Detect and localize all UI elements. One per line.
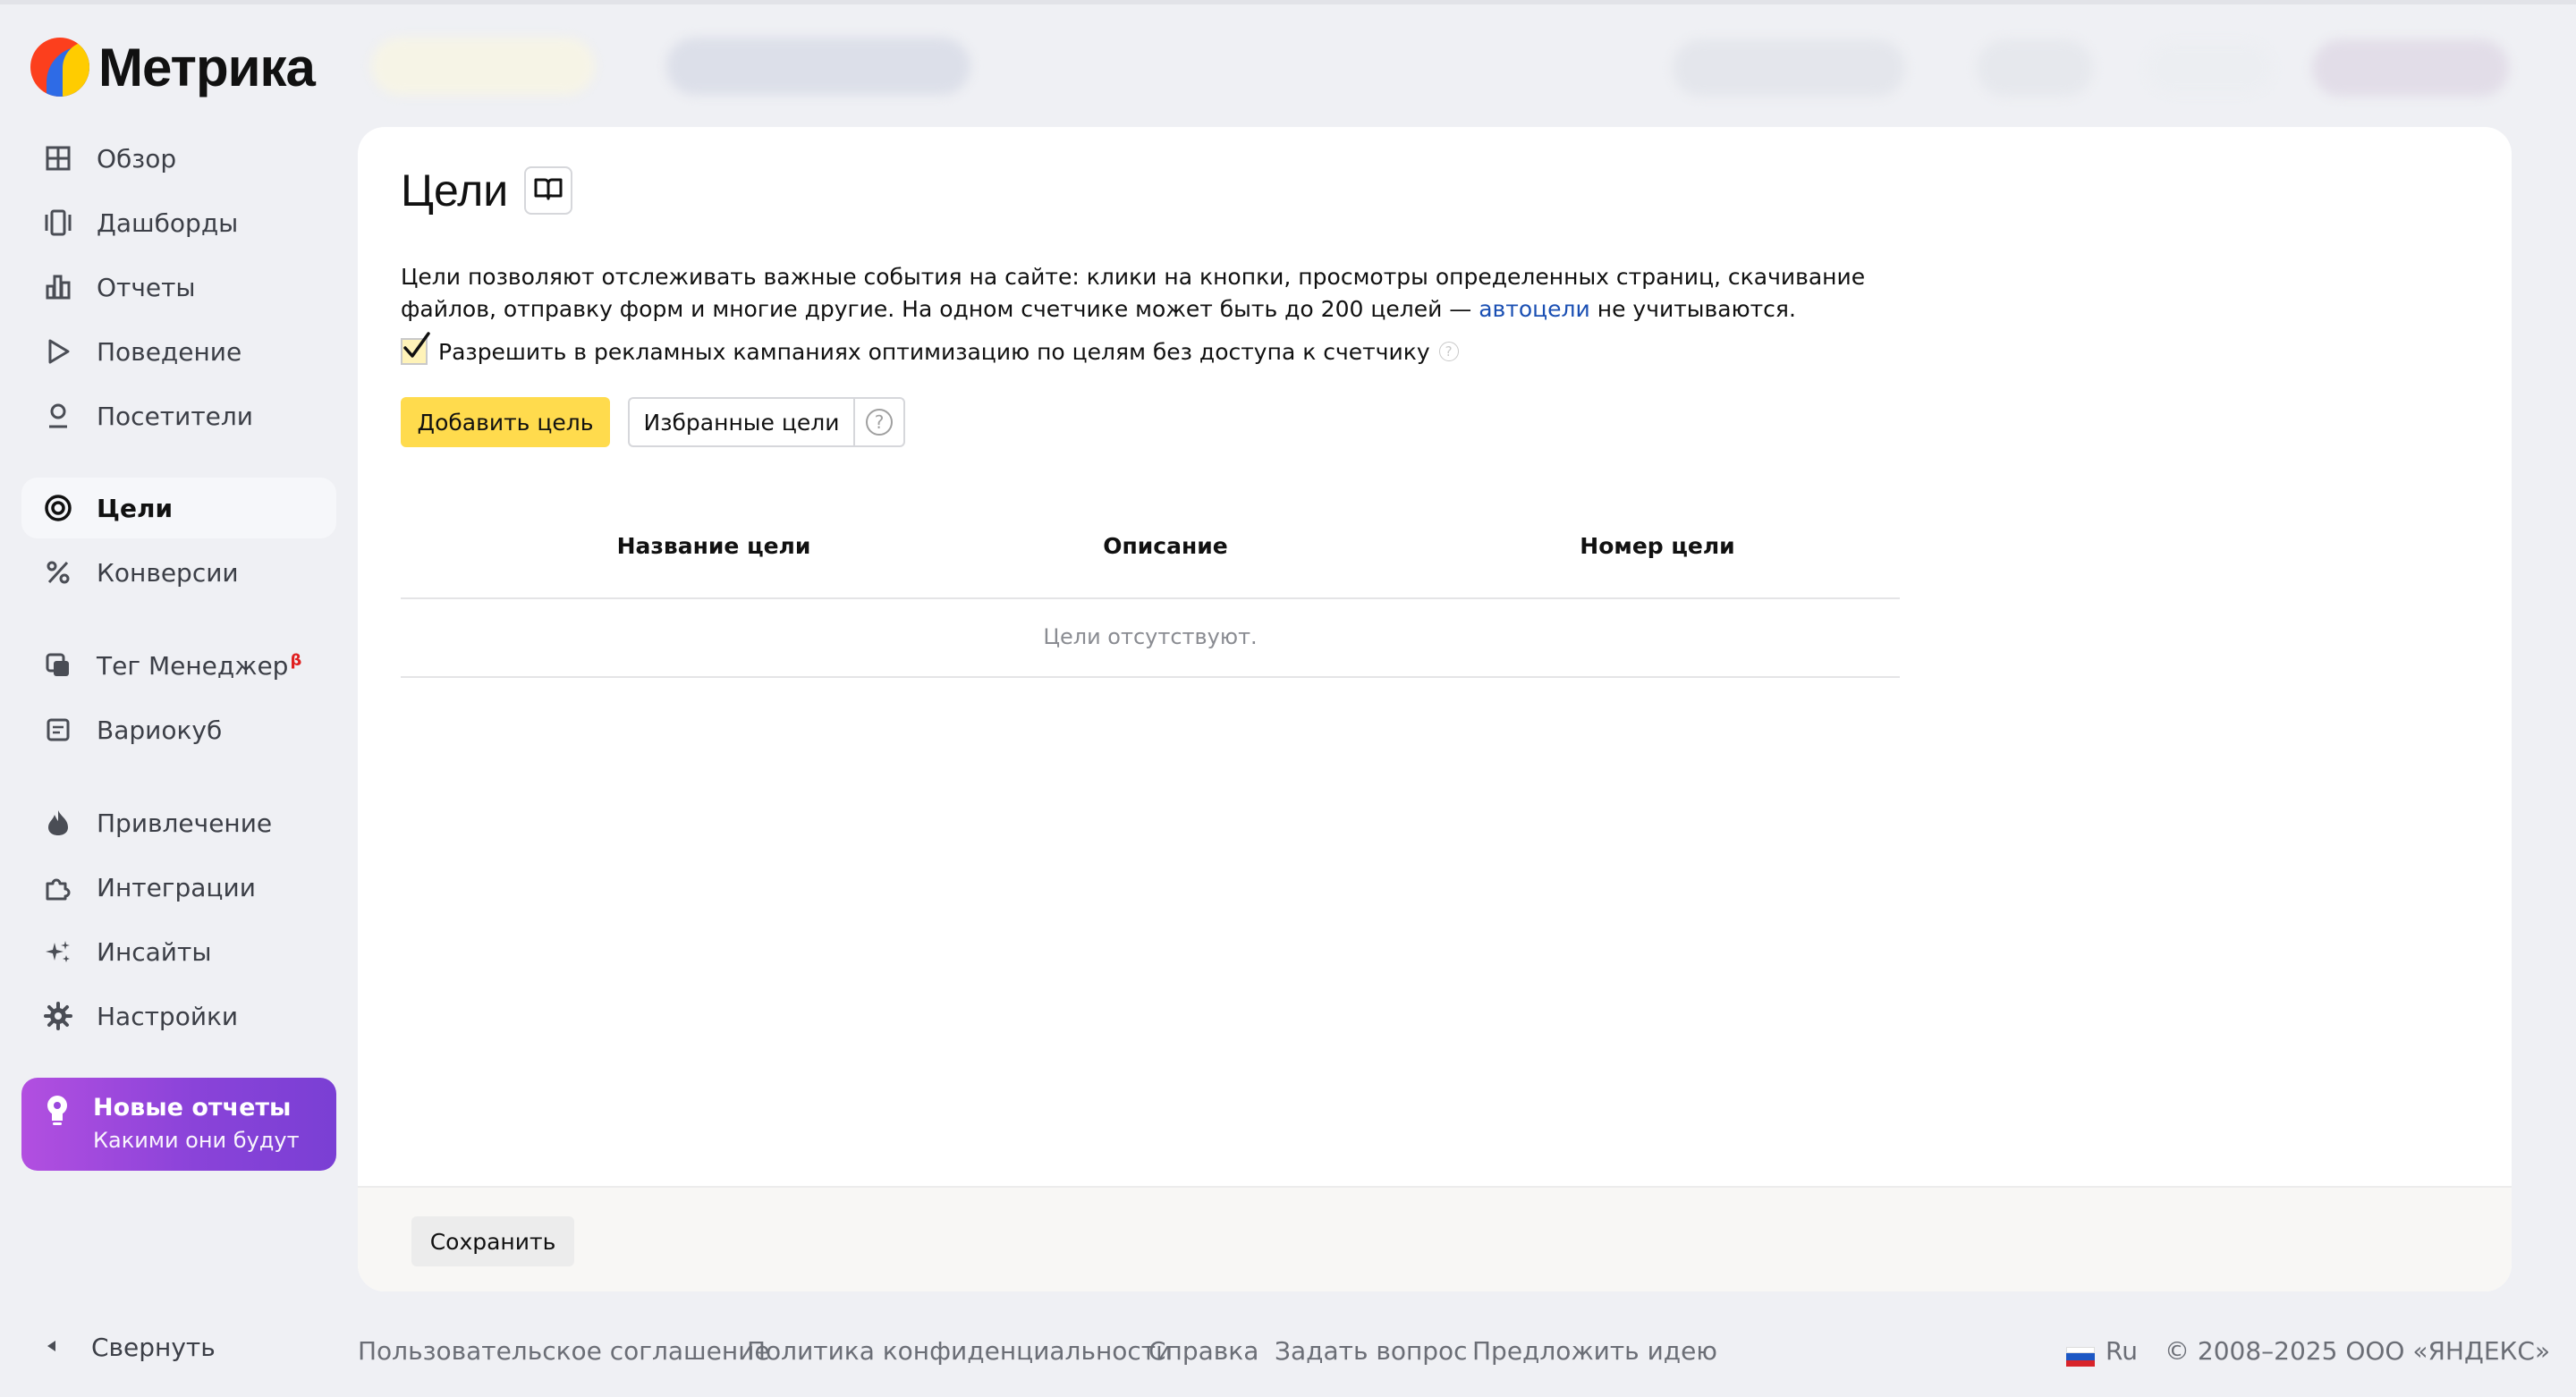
card-footer: Сохранить <box>358 1186 2512 1291</box>
grid-icon <box>41 141 75 175</box>
goals-table: Название цели Описание Номер цели Цели о… <box>401 503 1900 678</box>
promo-subtitle: Какими они будут <box>93 1128 300 1153</box>
dashboards-icon <box>41 206 75 240</box>
sidebar-item-label: Обзор <box>97 143 177 174</box>
russian-flag-icon[interactable] <box>2066 1347 2095 1367</box>
sidebar-item-acquisition[interactable]: Привлечение <box>21 792 336 853</box>
target-icon <box>41 491 75 525</box>
goals-description: Цели позволяют отслеживать важные событи… <box>401 264 1866 322</box>
sidebar-item-tag-manager[interactable]: Тег Менеджер β <box>21 635 336 696</box>
table-header: Название цели Описание Номер цели <box>401 503 1900 599</box>
goals-card: Цели Цели позволяют отслеживать важные с… <box>358 127 2512 1291</box>
sidebar-item-label: Тег Менеджер β <box>97 650 302 681</box>
empty-state-text: Цели отсутствуют. <box>1043 624 1258 649</box>
sidebar-item-visitors[interactable]: Посетители <box>21 385 336 446</box>
footer-link-ask-question[interactable]: Задать вопрос <box>1275 1336 1468 1366</box>
sidebar-item-label: Отчеты <box>97 272 196 302</box>
language-switcher[interactable]: Ru <box>2106 1336 2138 1366</box>
collapse-label: Свернуть <box>91 1333 216 1362</box>
sidebar-item-label: Вариокуб <box>97 715 223 745</box>
sidebar-item-insights[interactable]: Инсайты <box>21 921 336 982</box>
percent-icon <box>41 555 75 589</box>
sidebar-item-label: Настройки <box>97 1001 239 1031</box>
user-icon <box>41 399 75 433</box>
top-strip <box>0 0 2576 4</box>
collapse-sidebar-button[interactable]: Свернуть <box>45 1333 216 1362</box>
variocube-icon <box>41 713 75 747</box>
question-icon[interactable]: ? <box>1438 342 1459 361</box>
header-blur-5 <box>2147 43 2272 93</box>
promo-title: Новые отчеты <box>93 1094 292 1122</box>
ads-optimization-label: Разрешить в рекламных кампаниях оптимиза… <box>438 338 1430 365</box>
sidebar-item-goals[interactable]: Цели <box>21 478 336 538</box>
puzzle-icon <box>41 870 75 904</box>
gear-icon <box>41 999 75 1033</box>
ads-optimization-option: Разрешить в рекламных кампаниях оптимиза… <box>401 332 1459 365</box>
column-header-goal-number[interactable]: Номер цели <box>1580 533 1734 559</box>
app-name: Метрика <box>98 37 316 97</box>
footer-link-help[interactable]: Справка <box>1148 1336 1258 1366</box>
column-header-goal-name[interactable]: Название цели <box>617 533 811 559</box>
column-header-description[interactable]: Описание <box>1103 533 1227 559</box>
ads-optimization-checkbox[interactable] <box>401 332 430 365</box>
favorite-goals-button[interactable]: Избранные цели <box>628 397 853 447</box>
header-blur-4 <box>1977 39 2093 97</box>
save-button[interactable]: Сохранить <box>411 1216 574 1266</box>
sidebar-item-label: Инсайты <box>97 936 212 967</box>
footer-link-suggest-idea[interactable]: Предложить идею <box>1472 1336 1717 1366</box>
book-icon <box>533 176 564 205</box>
new-reports-promo[interactable]: Новые отчеты Какими они будут <box>21 1078 336 1171</box>
help-docs-button[interactable] <box>524 166 572 215</box>
play-icon <box>41 334 75 368</box>
sidebar-item-reports[interactable]: Отчеты <box>21 257 336 318</box>
copyright: © 2008–2025 ООО «ЯНДЕКС» <box>2165 1336 2551 1366</box>
sidebar-item-settings[interactable]: Настройки <box>21 986 336 1046</box>
lightbulb-icon <box>43 1094 72 1128</box>
header-blur-1 <box>371 38 595 95</box>
add-goal-button[interactable]: Добавить цель <box>401 397 610 447</box>
flame-icon <box>41 806 75 840</box>
sidebar-item-dashboards[interactable]: Дашборды <box>21 192 336 253</box>
checkmark-icon <box>403 332 430 358</box>
sidebar-item-label: Посетители <box>97 401 253 431</box>
sidebar-item-behavior[interactable]: Поведение <box>21 321 336 382</box>
sidebar-item-label: Интеграции <box>97 872 256 902</box>
table-empty-row: Цели отсутствуют. <box>401 599 1900 678</box>
sidebar-item-label: Дашборды <box>97 207 239 238</box>
sidebar-item-integrations[interactable]: Интеграции <box>21 857 336 918</box>
page-title: Цели <box>401 165 509 216</box>
footer-link-privacy-policy[interactable]: Политика конфиденциальности <box>747 1336 1172 1366</box>
sidebar-item-label: Цели <box>97 493 174 523</box>
bar-chart-icon <box>41 270 75 304</box>
favorite-goals-help-button[interactable]: ? <box>853 397 905 447</box>
header-blur-3 <box>1673 39 1905 97</box>
autogoals-link[interactable]: автоцели <box>1479 296 1590 322</box>
tag-manager-icon <box>41 648 75 682</box>
sparkles-icon <box>41 935 75 969</box>
sidebar-item-label: Поведение <box>97 336 242 367</box>
footer-link-user-agreement[interactable]: Пользовательское соглашение <box>358 1336 770 1366</box>
chevron-left-icon <box>45 1339 57 1357</box>
sidebar-item-variocube[interactable]: Вариокуб <box>21 699 336 760</box>
app-logo[interactable]: Метрика <box>30 36 316 98</box>
sidebar-item-label: Конверсии <box>97 557 239 588</box>
metrika-logo-icon <box>30 38 89 97</box>
header-blur-6 <box>2312 39 2509 97</box>
beta-badge: β <box>290 650 302 670</box>
sidebar-item-overview[interactable]: Обзор <box>21 128 336 189</box>
sidebar-item-label: Привлечение <box>97 808 273 838</box>
sidebar-item-conversions[interactable]: Конверсии <box>21 542 336 603</box>
header-blur-2 <box>666 38 970 95</box>
question-icon: ? <box>866 409 893 436</box>
